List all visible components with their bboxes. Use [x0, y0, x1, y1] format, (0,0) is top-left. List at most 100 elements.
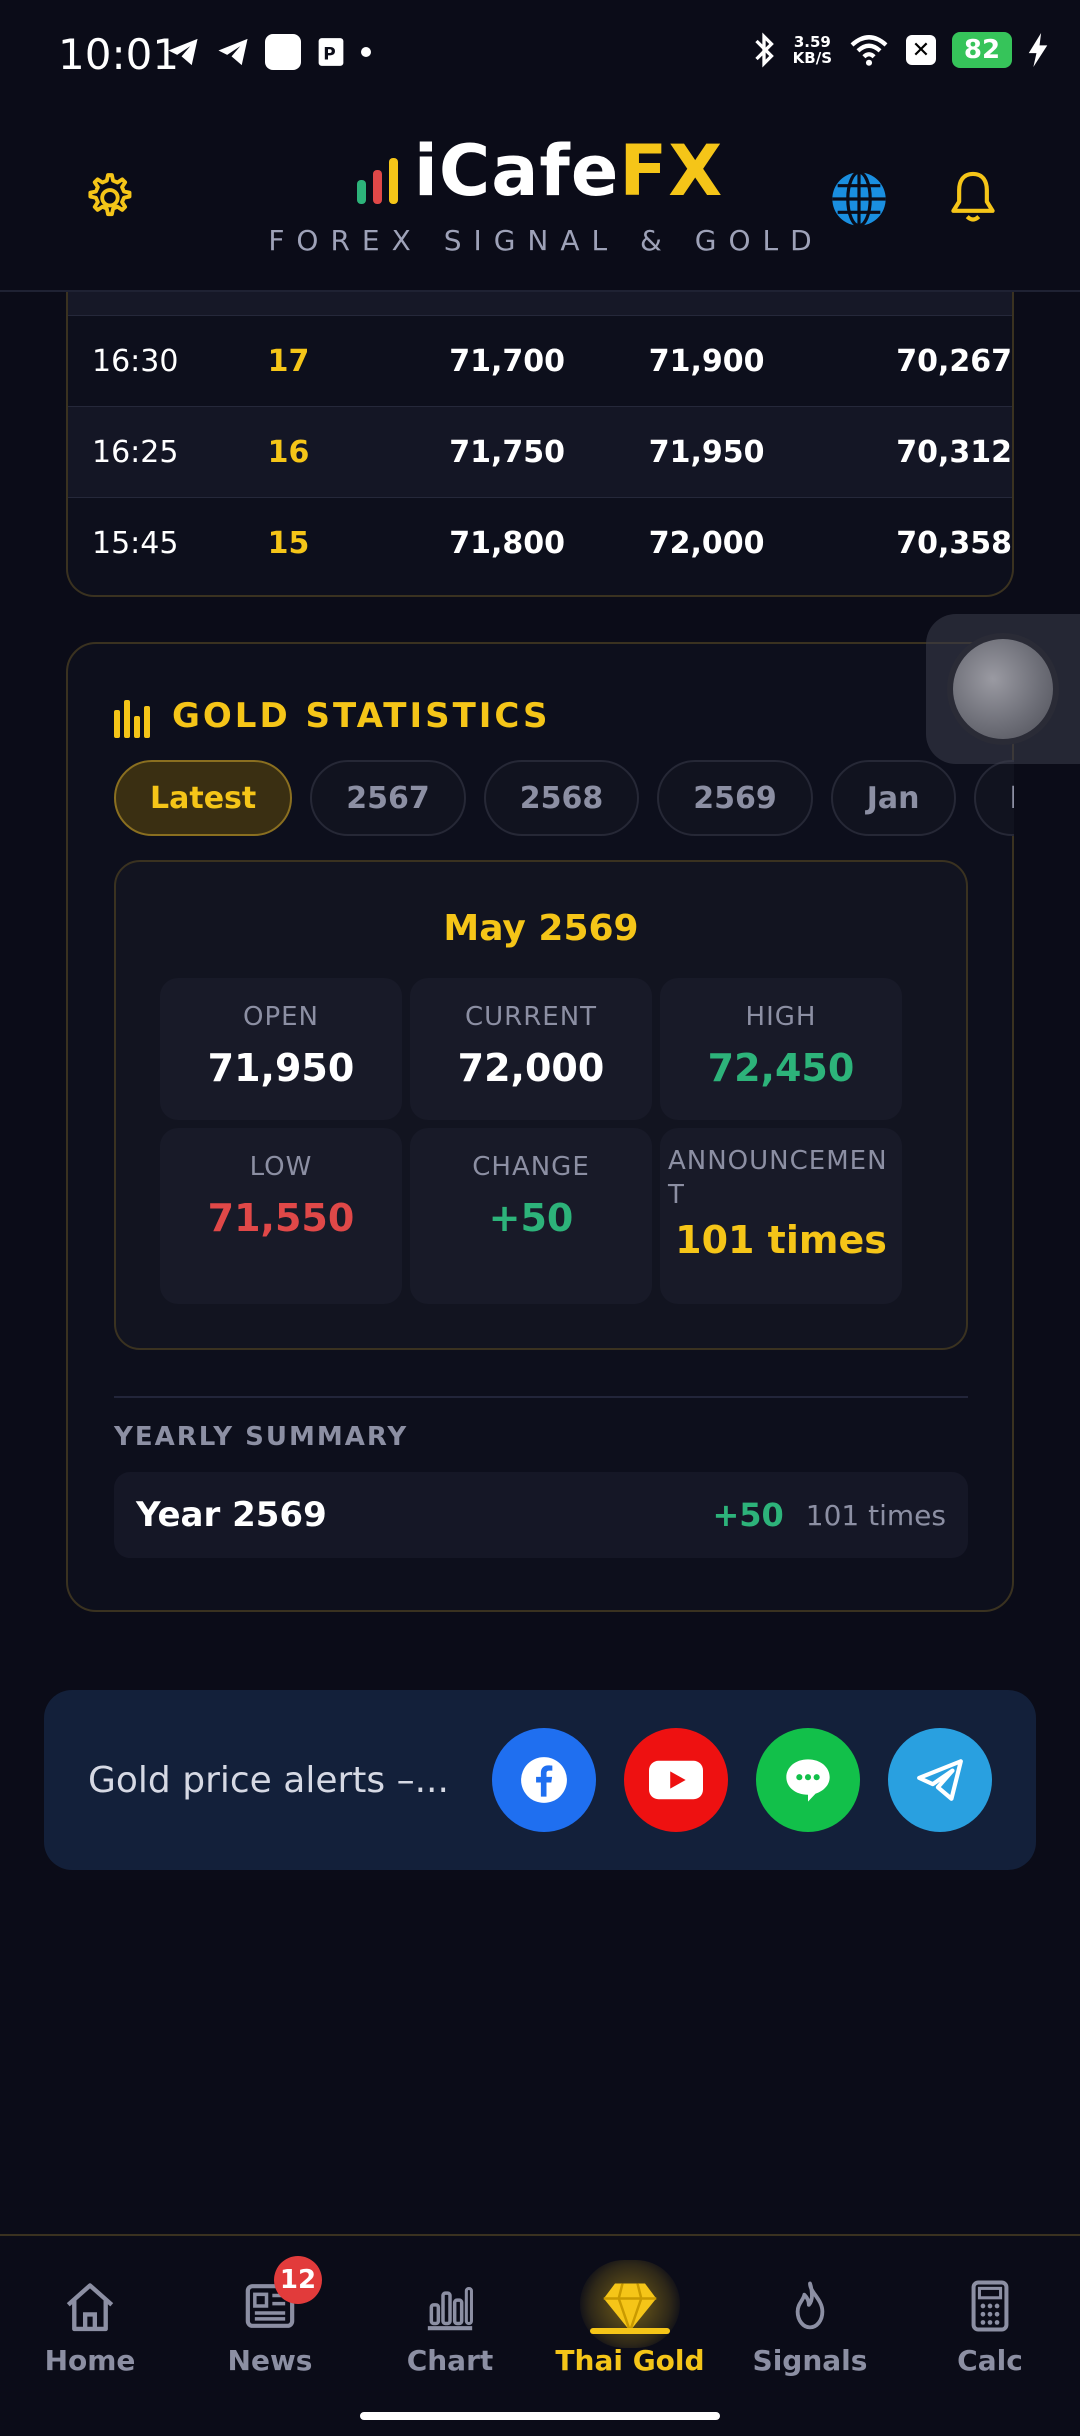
status-notification-icons: P: [165, 34, 371, 70]
gold-statistics-title: GOLD STATISTICS: [172, 696, 551, 736]
year-name: Year 2569: [136, 1495, 327, 1535]
bell-icon: [951, 171, 995, 222]
row-round: 16: [267, 434, 310, 470]
tab-feb[interactable]: Feb: [973, 760, 1014, 836]
row-ornament-price: 70,267: [896, 343, 1012, 379]
nav-calc[interactable]: Calc: [900, 2276, 1080, 2377]
nav-home[interactable]: Home: [0, 2276, 180, 2377]
gold-statistics-card: GOLD STATISTICS Latest 2567 2568 2569 Ja…: [66, 642, 1014, 1612]
bottom-navigation: Home 12 News Chart Thai Gold Signals Cal…: [0, 2234, 1080, 2436]
stat-open: OPEN 71,950: [160, 978, 402, 1120]
row-time: 15:45: [92, 526, 179, 561]
row-time: 16:25: [92, 434, 179, 470]
social-banner-text: Gold price alerts –...: [88, 1759, 449, 1801]
row-buy-price: 71,700: [449, 343, 565, 379]
gold-statistics-header: GOLD STATISTICS: [114, 694, 551, 738]
no-sim-icon: ✕: [906, 35, 936, 65]
telegram-notification-icon: [168, 38, 198, 66]
facebook-icon: [521, 1757, 567, 1803]
calculator-icon: [971, 2280, 1009, 2332]
nav-thai-gold[interactable]: Thai Gold: [540, 2260, 720, 2377]
nav-label: Home: [44, 2344, 136, 2377]
table-header-strip: [68, 292, 1012, 316]
tab-2569[interactable]: 2569: [657, 760, 813, 836]
logo-text-part2: FX: [619, 130, 724, 212]
stat-value: 101 times: [675, 1218, 887, 1262]
stat-value: 71,550: [207, 1196, 355, 1240]
home-icon: [66, 2283, 114, 2332]
tab-jan[interactable]: Jan: [830, 760, 956, 836]
wifi-icon: [850, 35, 888, 66]
logo-tagline: FOREX SIGNAL & GOLD: [268, 224, 824, 257]
charging-icon: [1028, 33, 1048, 67]
stat-label: HIGH: [745, 1002, 817, 1032]
line-chat-icon: [786, 1759, 830, 1802]
nav-label: News: [227, 2344, 313, 2377]
app-notification-icon: [265, 34, 301, 70]
facebook-button[interactable]: [492, 1728, 596, 1832]
stat-label: OPEN: [242, 1002, 320, 1032]
word-notification-icon: P: [318, 38, 344, 66]
notifications-button[interactable]: [940, 164, 1006, 230]
active-tab-underline: [590, 2328, 670, 2334]
network-speed: 3.59 KB/S: [793, 34, 832, 66]
flame-icon: [795, 2281, 825, 2330]
floating-assistive-button[interactable]: [926, 614, 1080, 764]
floating-button-knob: [953, 639, 1053, 739]
row-buy-price: 71,750: [449, 434, 565, 470]
row-round: 15: [267, 526, 310, 561]
line-button[interactable]: [756, 1728, 860, 1832]
network-speed-value: 3.59: [793, 33, 831, 51]
table-row: 16:30 17 71,700 71,900 70,267: [68, 316, 1012, 407]
stat-value: +50: [488, 1196, 574, 1240]
nav-news[interactable]: 12 News: [180, 2256, 360, 2377]
stat-low: LOW 71,550: [160, 1128, 402, 1304]
telegram-button[interactable]: [888, 1728, 992, 1832]
nav-signals[interactable]: Signals: [720, 2276, 900, 2377]
logo-bars-icon: [356, 158, 398, 204]
table-row: 15:45 15 71,800 72,000 70,358: [68, 498, 1012, 589]
tab-latest[interactable]: Latest: [114, 760, 293, 836]
table-row: 16:25 16 71,750 71,950 70,312: [68, 407, 1012, 498]
row-ornament-price: 70,358: [896, 526, 1012, 561]
chart-icon: [427, 2286, 473, 2331]
month-title: May 2569: [443, 908, 639, 949]
stat-value: 72,000: [457, 1046, 605, 1090]
row-time: 16:30: [92, 343, 179, 379]
news-badge: 12: [274, 2256, 322, 2304]
row-sell-price: 71,950: [648, 434, 765, 470]
row-sell-price: 71,900: [648, 343, 765, 379]
yearly-summary-row: Year 2569 +50 101 times: [114, 1472, 968, 1558]
logo-text-part1: iCafe: [413, 130, 620, 212]
app-header: iCafeFX FOREX SIGNAL & GOLD: [0, 112, 1080, 292]
app-logo: iCafeFX FOREX SIGNAL & GOLD: [0, 130, 1080, 257]
stats-grid: OPEN 71,950 CURRENT 72,000 HIGH 72,450 L…: [160, 978, 902, 1304]
row-round: 17: [267, 343, 310, 379]
nav-label: Signals: [752, 2344, 868, 2377]
telegram-icon: [917, 1759, 963, 1801]
stat-label: CURRENT: [464, 1002, 598, 1032]
row-ornament-price: 70,312: [896, 434, 1012, 470]
gesture-home-bar[interactable]: [360, 2412, 720, 2420]
row-sell-price: 72,000: [648, 526, 765, 561]
svg-text:P: P: [323, 45, 335, 65]
nav-label: Chart: [406, 2344, 494, 2377]
stat-value: 72,450: [707, 1046, 855, 1090]
price-history-table: 16:30 17 71,700 71,900 70,267 16:25 16 7…: [66, 292, 1014, 597]
period-tabs: Latest 2567 2568 2569 Jan Feb: [114, 760, 1014, 840]
tab-2567[interactable]: 2567: [310, 760, 466, 836]
nav-chart[interactable]: Chart: [360, 2276, 540, 2377]
youtube-icon: [649, 1760, 703, 1800]
globe-icon: [832, 170, 886, 228]
stat-value: 71,950: [207, 1046, 355, 1090]
section-divider: [114, 1396, 968, 1398]
tab-2568[interactable]: 2568: [483, 760, 640, 836]
row-buy-price: 71,800: [449, 526, 565, 561]
bar-chart-icon: [114, 700, 150, 738]
youtube-button[interactable]: [624, 1728, 728, 1832]
language-button[interactable]: [824, 164, 894, 234]
diamond-icon: [603, 2283, 657, 2334]
status-system-icons: 3.59 KB/S ✕ 82: [751, 32, 1048, 68]
stat-label: LOW: [249, 1152, 313, 1182]
more-notifications-dot: [361, 47, 371, 57]
